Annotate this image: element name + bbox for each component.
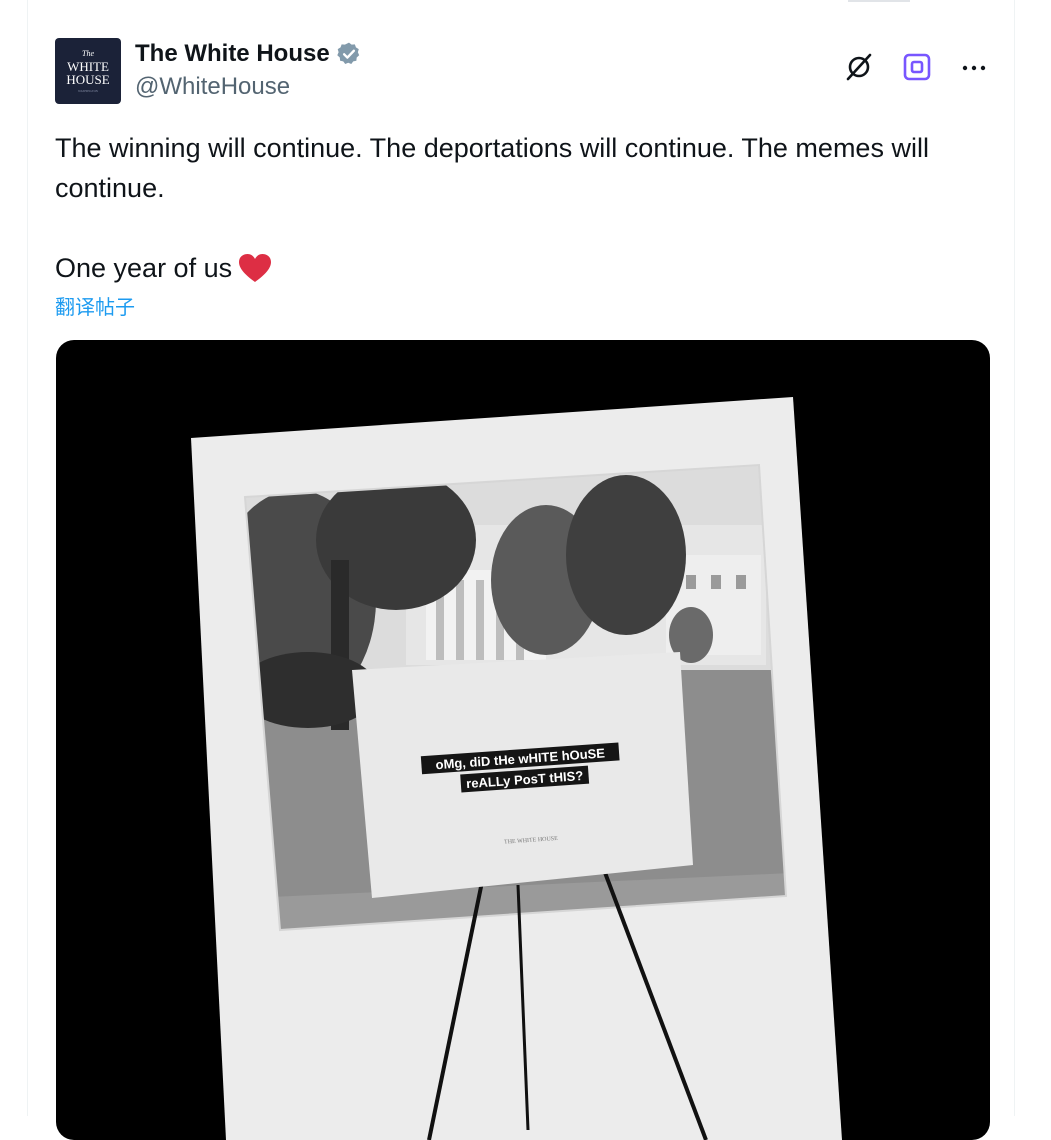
avatar-text-1: The xyxy=(82,48,94,58)
post-media-image[interactable]: oMg, diD tHe wHITE hOuSE reALLy PosT tHI… xyxy=(56,340,990,1140)
avatar-text-3: HOUSE xyxy=(66,71,110,87)
display-name[interactable]: The White House xyxy=(135,40,330,68)
avatar-text-4: WASHINGTON xyxy=(78,88,98,93)
post-text-line1: The winning will continue. The deportati… xyxy=(55,133,929,203)
handle[interactable]: @WhiteHouse xyxy=(135,73,290,101)
more-icon[interactable] xyxy=(957,50,991,84)
avatar-text-2: WHITE xyxy=(67,58,109,74)
grok-icon[interactable] xyxy=(842,50,876,84)
translate-post-link[interactable]: 翻译帖子 xyxy=(55,291,135,320)
heart-emoji-icon xyxy=(238,253,272,294)
instagram-icon[interactable] xyxy=(900,50,934,84)
post-text: The winning will continue. The deportati… xyxy=(55,128,975,294)
avatar[interactable]: The WHITE HOUSE WASHINGTON xyxy=(55,38,121,104)
verified-badge-icon[interactable] xyxy=(336,41,362,67)
easel-sign: oMg, diD tHe wHITE hOuSE reALLy PosT tHI… xyxy=(352,652,693,898)
author-name-row: The White House xyxy=(135,40,362,68)
post-text-line2: One year of us xyxy=(55,253,233,283)
post-text-line2-wrap: One year of us xyxy=(55,248,975,294)
